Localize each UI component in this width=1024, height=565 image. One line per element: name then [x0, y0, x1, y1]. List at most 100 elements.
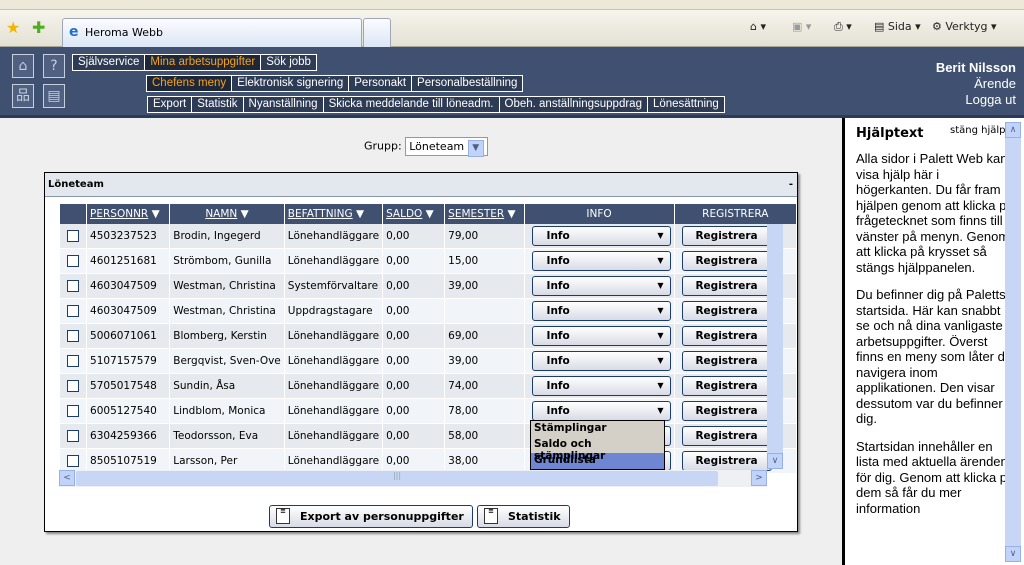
scroll-up-icon[interactable]: ∧ [1005, 122, 1021, 138]
panel-title: Löneteam [48, 179, 104, 190]
page-menu[interactable]: ▤ Sida ▾ [874, 20, 921, 33]
chevron-down-icon: ▼ [657, 231, 664, 240]
register-button[interactable]: Registrera [681, 251, 772, 271]
help-paragraph: Du befinner dig på Paletts startsida. Hä… [856, 287, 1015, 426]
col-semester[interactable]: SEMESTER ▼ [445, 204, 524, 224]
info-select[interactable]: Info ▼ [531, 326, 671, 346]
col-namn[interactable]: NAMN ▼ [170, 204, 284, 224]
col-befattning[interactable]: BEFATTNING ▼ [284, 204, 383, 224]
info-select[interactable]: Info ▼ [531, 251, 671, 271]
info-select[interactable]: Info ▼ [531, 276, 671, 296]
browser-search-bar [0, 0, 1024, 10]
menu-salary-setting[interactable]: Lönesättning [648, 97, 724, 112]
collapse-button[interactable]: - [789, 179, 793, 190]
row-checkbox[interactable] [67, 355, 80, 367]
help-scrollbar[interactable]: ∧ ∨ [1005, 122, 1021, 562]
saldo-cell: 0,00 [383, 299, 445, 324]
register-button[interactable]: Registrera [681, 401, 772, 421]
menu-self-service[interactable]: Självservice [73, 55, 146, 70]
scroll-right-icon[interactable]: > [751, 470, 767, 486]
document-icon[interactable]: ▤ [43, 84, 65, 108]
employee-name-link[interactable]: Lindblom, Monica [173, 405, 265, 417]
row-checkbox[interactable] [67, 255, 80, 267]
info-select[interactable]: Info ▼ [531, 301, 671, 321]
scroll-down-icon[interactable]: ∨ [1005, 546, 1021, 562]
row-checkbox[interactable] [67, 305, 80, 317]
menu-send-message[interactable]: Skicka meddelande till löneadm. [324, 97, 500, 112]
col-saldo[interactable]: SALDO ▼ [383, 204, 445, 224]
employee-name-link[interactable]: Teodorsson, Eva [173, 430, 258, 442]
home-icon[interactable]: ⌂ [12, 54, 34, 78]
info-select[interactable]: Info ▼ [531, 226, 671, 246]
info-select[interactable]: Info ▼ [531, 376, 671, 396]
row-checkbox[interactable] [67, 430, 80, 442]
menu-manager[interactable]: Chefens meny [147, 76, 233, 91]
org-chart-icon[interactable]: 品 [12, 84, 34, 108]
register-button[interactable]: Registrera [681, 301, 772, 321]
feeds-icon[interactable]: ▣ ▾ [792, 20, 811, 33]
employee-name-link[interactable]: Larsson, Per [173, 455, 237, 467]
info-cell: Info ▼ [524, 299, 674, 324]
menu-e-signing[interactable]: Elektronisk signering [232, 76, 350, 91]
add-favorite-icon[interactable]: ✚ [32, 18, 45, 37]
employee-name-link[interactable]: Brodin, Ingegerd [173, 230, 260, 242]
register-button[interactable]: Registrera [681, 226, 772, 246]
row-checkbox[interactable] [67, 405, 80, 417]
favorites-star-icon[interactable]: ★ [6, 18, 20, 37]
table-horizontal-scrollbar[interactable]: < ||| > [59, 470, 767, 487]
help-icon[interactable]: ? [43, 54, 65, 78]
register-button[interactable]: Registrera [681, 426, 772, 446]
option-saldo-stamplingar[interactable]: Saldo och stämplingar [531, 437, 664, 462]
register-button[interactable]: Registrera [681, 351, 772, 371]
info-select[interactable]: Info ▼ [531, 401, 671, 421]
menu-staff-order[interactable]: Personalbeställning [412, 76, 522, 91]
row-checkbox[interactable] [67, 280, 80, 292]
scroll-left-icon[interactable]: < [59, 470, 75, 486]
employee-name-link[interactable]: Bergqvist, Sven-Ove [173, 355, 281, 367]
menu-my-tasks[interactable]: Mina arbetsuppgifter [145, 55, 262, 70]
menu-new-hire[interactable]: Nyanställning [244, 97, 324, 112]
row-checkbox[interactable] [67, 330, 80, 342]
group-value: Löneteam [409, 140, 465, 153]
register-button[interactable]: Registrera [681, 376, 772, 396]
col-personnr[interactable]: PERSONNR ▼ [87, 204, 170, 224]
menu-statistics[interactable]: Statistik [192, 97, 244, 112]
register-button[interactable]: Registrera [681, 451, 772, 471]
menu-search-job[interactable]: Sök jobb [261, 55, 316, 70]
employee-name-link[interactable]: Sundin, Åsa [173, 380, 235, 392]
option-stamplingar[interactable]: Stämplingar [531, 421, 664, 437]
info-select[interactable]: Info ▼ [531, 351, 671, 371]
register-button[interactable]: Registrera [681, 276, 772, 296]
table-row: 5006071061 Blomberg, Kerstin Lönehandläg… [60, 324, 796, 349]
statistics-button[interactable]: ≡ Statistik [477, 505, 570, 528]
employee-name-link[interactable]: Westman, Christina [173, 280, 276, 292]
group-select[interactable]: Löneteam ▼ [405, 137, 488, 157]
chevron-down-icon: ▼ [657, 356, 664, 365]
employee-name-link[interactable]: Strömbom, Gunilla [173, 255, 271, 267]
new-tab-button[interactable] [363, 18, 391, 47]
help-paragraph: Startsidan innehåller en lista med aktue… [856, 438, 1015, 516]
close-help-link[interactable]: stäng hjälp [950, 125, 1006, 136]
row-checkbox[interactable] [67, 230, 80, 242]
scroll-down-icon[interactable]: ∨ [767, 453, 783, 469]
row-checkbox[interactable] [67, 455, 80, 467]
position-cell: Lönehandläggare [284, 399, 383, 424]
home-icon[interactable]: ⌂ ▾ [750, 20, 766, 33]
browser-tab-active[interactable]: e Heroma Webb [62, 18, 362, 47]
saldo-cell: 0,00 [383, 274, 445, 299]
print-icon[interactable]: ⎙ ▾ [834, 20, 852, 34]
menu-export[interactable]: Export [148, 97, 193, 112]
employee-name-link[interactable]: Westman, Christina [173, 305, 276, 317]
row-checkbox[interactable] [67, 380, 80, 392]
table-vertical-scrollbar[interactable]: ∨ [767, 224, 783, 469]
scroll-thumb[interactable]: ||| [76, 471, 718, 486]
browser-tab-bar: ★ ✚ e Heroma Webb ⌂ ▾ ▣ ▾ ⎙ ▾ ▤ Sida ▾ ⚙… [0, 10, 1024, 47]
menu-personnel-file[interactable]: Personakt [349, 76, 413, 91]
employee-name-link[interactable]: Blomberg, Kerstin [173, 330, 267, 342]
register-button[interactable]: Registrera [681, 326, 772, 346]
menu-unhandled-assignments[interactable]: Obeh. anställningsuppdrag [500, 97, 648, 112]
tools-menu[interactable]: ⚙ Verktyg ▾ [932, 20, 997, 33]
cases-link[interactable]: Ärende [936, 76, 1016, 92]
export-button[interactable]: ≡ Export av personuppgifter [269, 505, 473, 528]
logout-link[interactable]: Logga ut [936, 92, 1016, 108]
